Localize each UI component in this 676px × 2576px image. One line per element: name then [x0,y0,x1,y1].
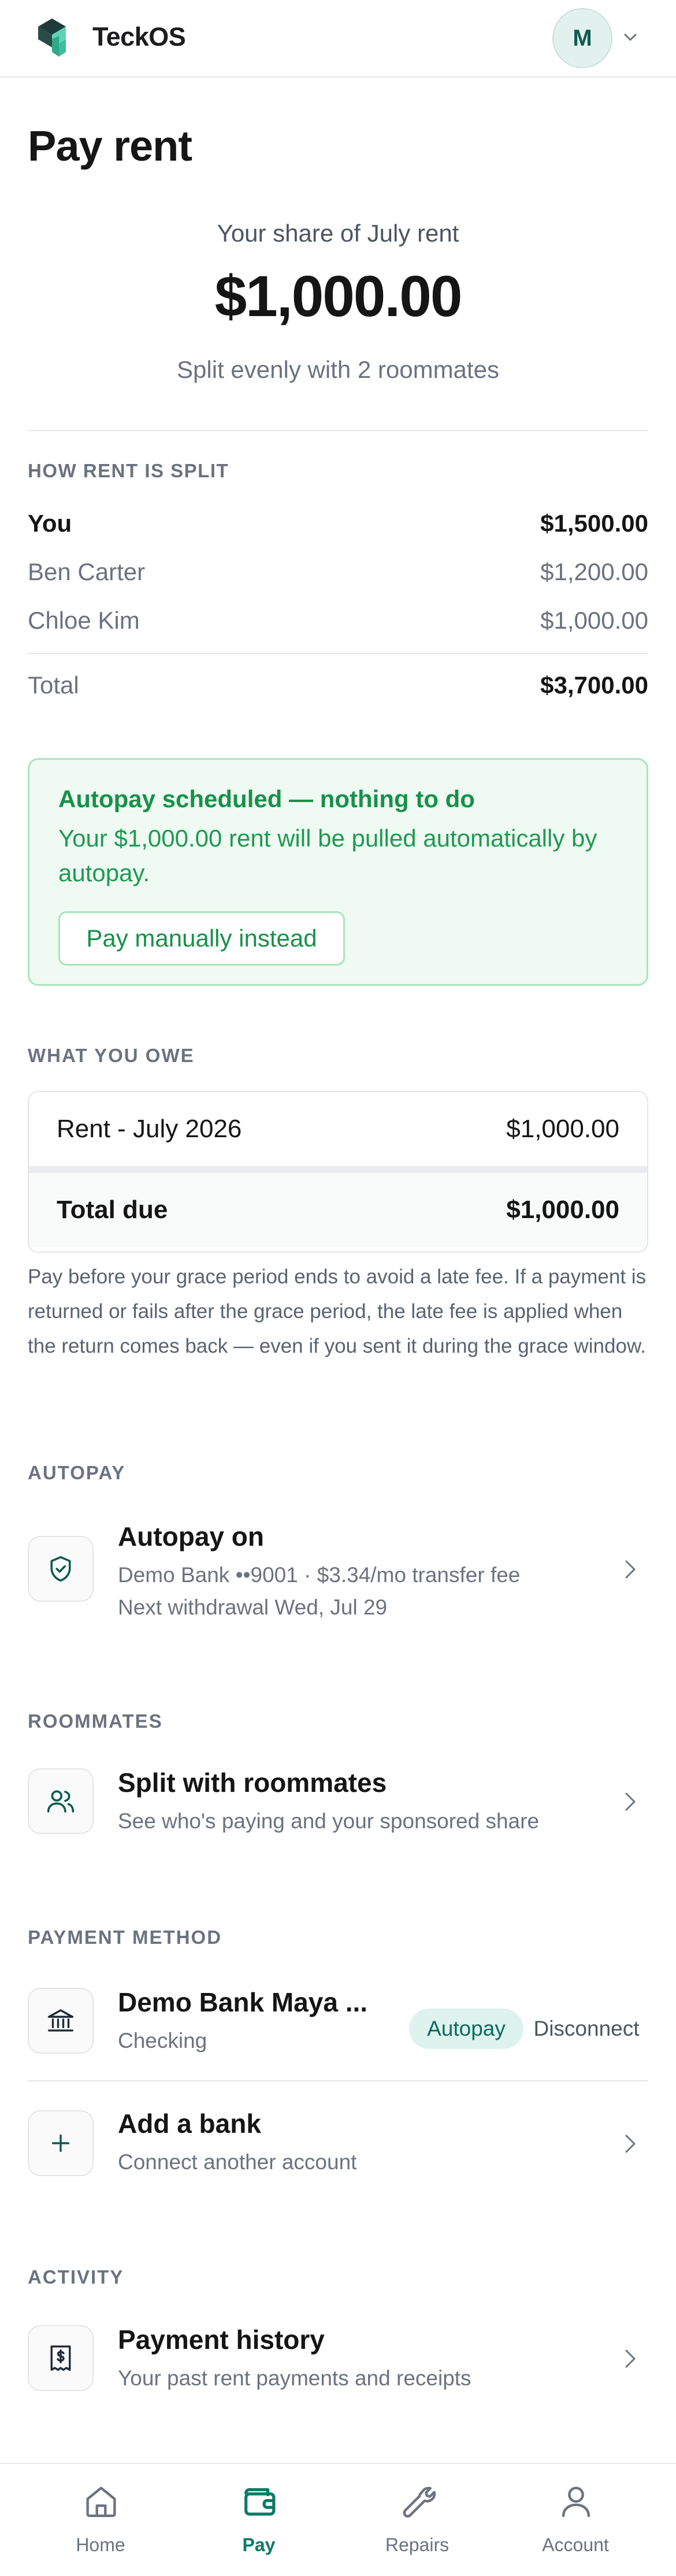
chevron-down-icon[interactable] [623,31,638,43]
bank-icon [48,2009,73,2032]
owe-line-row: Rent - July 2026 $1,000.00 [29,1092,647,1166]
user-icon [562,2486,590,2517]
payment-method-heading: PAYMENT METHOD [28,1927,222,1948]
top-bar: TeckOS M [0,0,676,77]
share-amount: $1,000.00 [214,264,463,329]
receipt-icon [50,2345,71,2371]
split-note: Split evenly with 2 roommates [177,356,499,383]
receipt-icon-tile [28,2325,94,2391]
add-bank-icon-tile [28,2110,94,2176]
payment-history-subtitle: Your past rent payments and receipts [118,2366,471,2390]
home-icon [86,2486,116,2517]
page-title: Pay rent [28,122,192,170]
chevron-right-icon [625,1792,636,1811]
owe-line-amount: $1,000.00 [506,1115,619,1143]
split-row-name: You [28,510,72,537]
owe-heading: WHAT YOU OWE [28,1045,195,1066]
bank-account-row: Demo Bank Maya ... Checking Autopay Disc… [28,1981,648,2076]
add-bank-row[interactable]: Add a bank Connect another account [28,2107,648,2182]
tab-account[interactable]: Account [491,2464,660,2576]
autopay-next: Next withdrawal Wed, Jul 29 [118,1595,388,1619]
bank-icon-tile [28,1988,94,2054]
tab-label: Account [542,2534,609,2555]
owe-total-amount: $1,000.00 [506,1196,619,1224]
activity-heading: ACTIVITY [28,2266,124,2288]
pay-manually-button[interactable]: Pay manually instead [58,911,345,966]
divider [28,2080,648,2081]
avatar[interactable]: M [552,8,612,68]
owe-total-label: Total due [57,1196,168,1224]
autopay-notice-card: Autopay scheduled — nothing to do Your $… [28,758,648,986]
split-row-amount: $1,000.00 [540,607,648,634]
split-heading: HOW RENT IS SPLIT [28,460,229,481]
split-row-name: Ben Carter [28,558,146,585]
autopay-row[interactable]: Autopay on Demo Bank ••9001 · $3.34/mo t… [28,1519,648,1627]
autopay-notice-body: Your $1,000.00 rent will be pulled autom… [58,825,597,886]
split-row-ben: Ben Carter $1,200.00 [28,558,648,586]
add-bank-subtitle: Connect another account [118,2150,357,2174]
divider [28,430,648,431]
chevron-right-icon [625,1560,636,1579]
autopay-heading: AUTOPAY [28,1462,126,1483]
bank-type: Checking [118,2029,207,2052]
add-bank-title: Add a bank [118,2109,261,2139]
divider [29,1166,647,1173]
split-row-amount: $1,200.00 [540,558,648,585]
tab-label: Home [76,2534,125,2555]
shield-check-icon [50,1556,71,1582]
roommates-row[interactable]: Split with roommates See who's paying an… [28,1766,648,1841]
plus-icon [51,2134,70,2152]
tab-pay[interactable]: Pay [174,2464,343,2576]
bank-title: Demo Bank Maya ... [118,1987,368,2017]
autopay-badge: Autopay [409,2009,523,2049]
autopay-icon-tile [28,1536,94,1602]
late-fee-note: Pay before your grace period ends to avo… [28,1265,647,1357]
split-total-label: Total [28,671,79,699]
roommates-icon-tile [28,1768,94,1834]
owe-total-row: Total due $1,000.00 [29,1173,647,1247]
chevron-right-icon [625,2349,636,2368]
autopay-notice-title: Autopay scheduled — nothing to do [58,785,475,812]
brand-name: TeckOS [92,22,186,51]
share-label: Your share of July rent [217,220,459,247]
roommates-title: Split with roommates [118,1768,387,1798]
disconnect-button[interactable]: Disconnect [525,2009,648,2049]
autopay-detail: Demo Bank ••9001 · $3.34/mo transfer fee [118,1563,521,1587]
users-icon [47,1790,75,1813]
wallet-icon [244,2488,276,2516]
roommates-heading: ROOMMATES [28,1710,163,1732]
wrench-icon [403,2486,436,2518]
tab-label: Pay [242,2534,276,2555]
owe-card: Rent - July 2026 $1,000.00 Total due $1,… [28,1091,648,1253]
split-total-row: Total $3,700.00 [28,671,648,699]
payment-history-title: Payment history [118,2325,325,2355]
owe-line-label: Rent - July 2026 [57,1115,242,1143]
tab-label: Repairs [385,2534,450,2555]
autopay-title: Autopay on [118,1521,264,1551]
split-total-amount: $3,700.00 [540,671,648,699]
split-row-chloe: Chloe Kim $1,000.00 [28,607,648,634]
roommates-subtitle: See who's paying and your sponsored shar… [118,1809,540,1833]
divider [28,653,648,654]
bottom-tab-bar: Home Pay Repairs Account [0,2463,676,2576]
tab-home[interactable]: Home [16,2464,185,2576]
split-row-amount: $1,500.00 [540,510,648,537]
teckos-logo-icon[interactable] [38,18,74,58]
split-row-you: You $1,500.00 [28,510,648,537]
chevron-right-icon [625,2135,636,2153]
payment-history-row[interactable]: Payment history Your past rent payments … [28,2323,648,2398]
tab-repairs[interactable]: Repairs [333,2464,502,2576]
split-row-name: Chloe Kim [28,607,140,634]
